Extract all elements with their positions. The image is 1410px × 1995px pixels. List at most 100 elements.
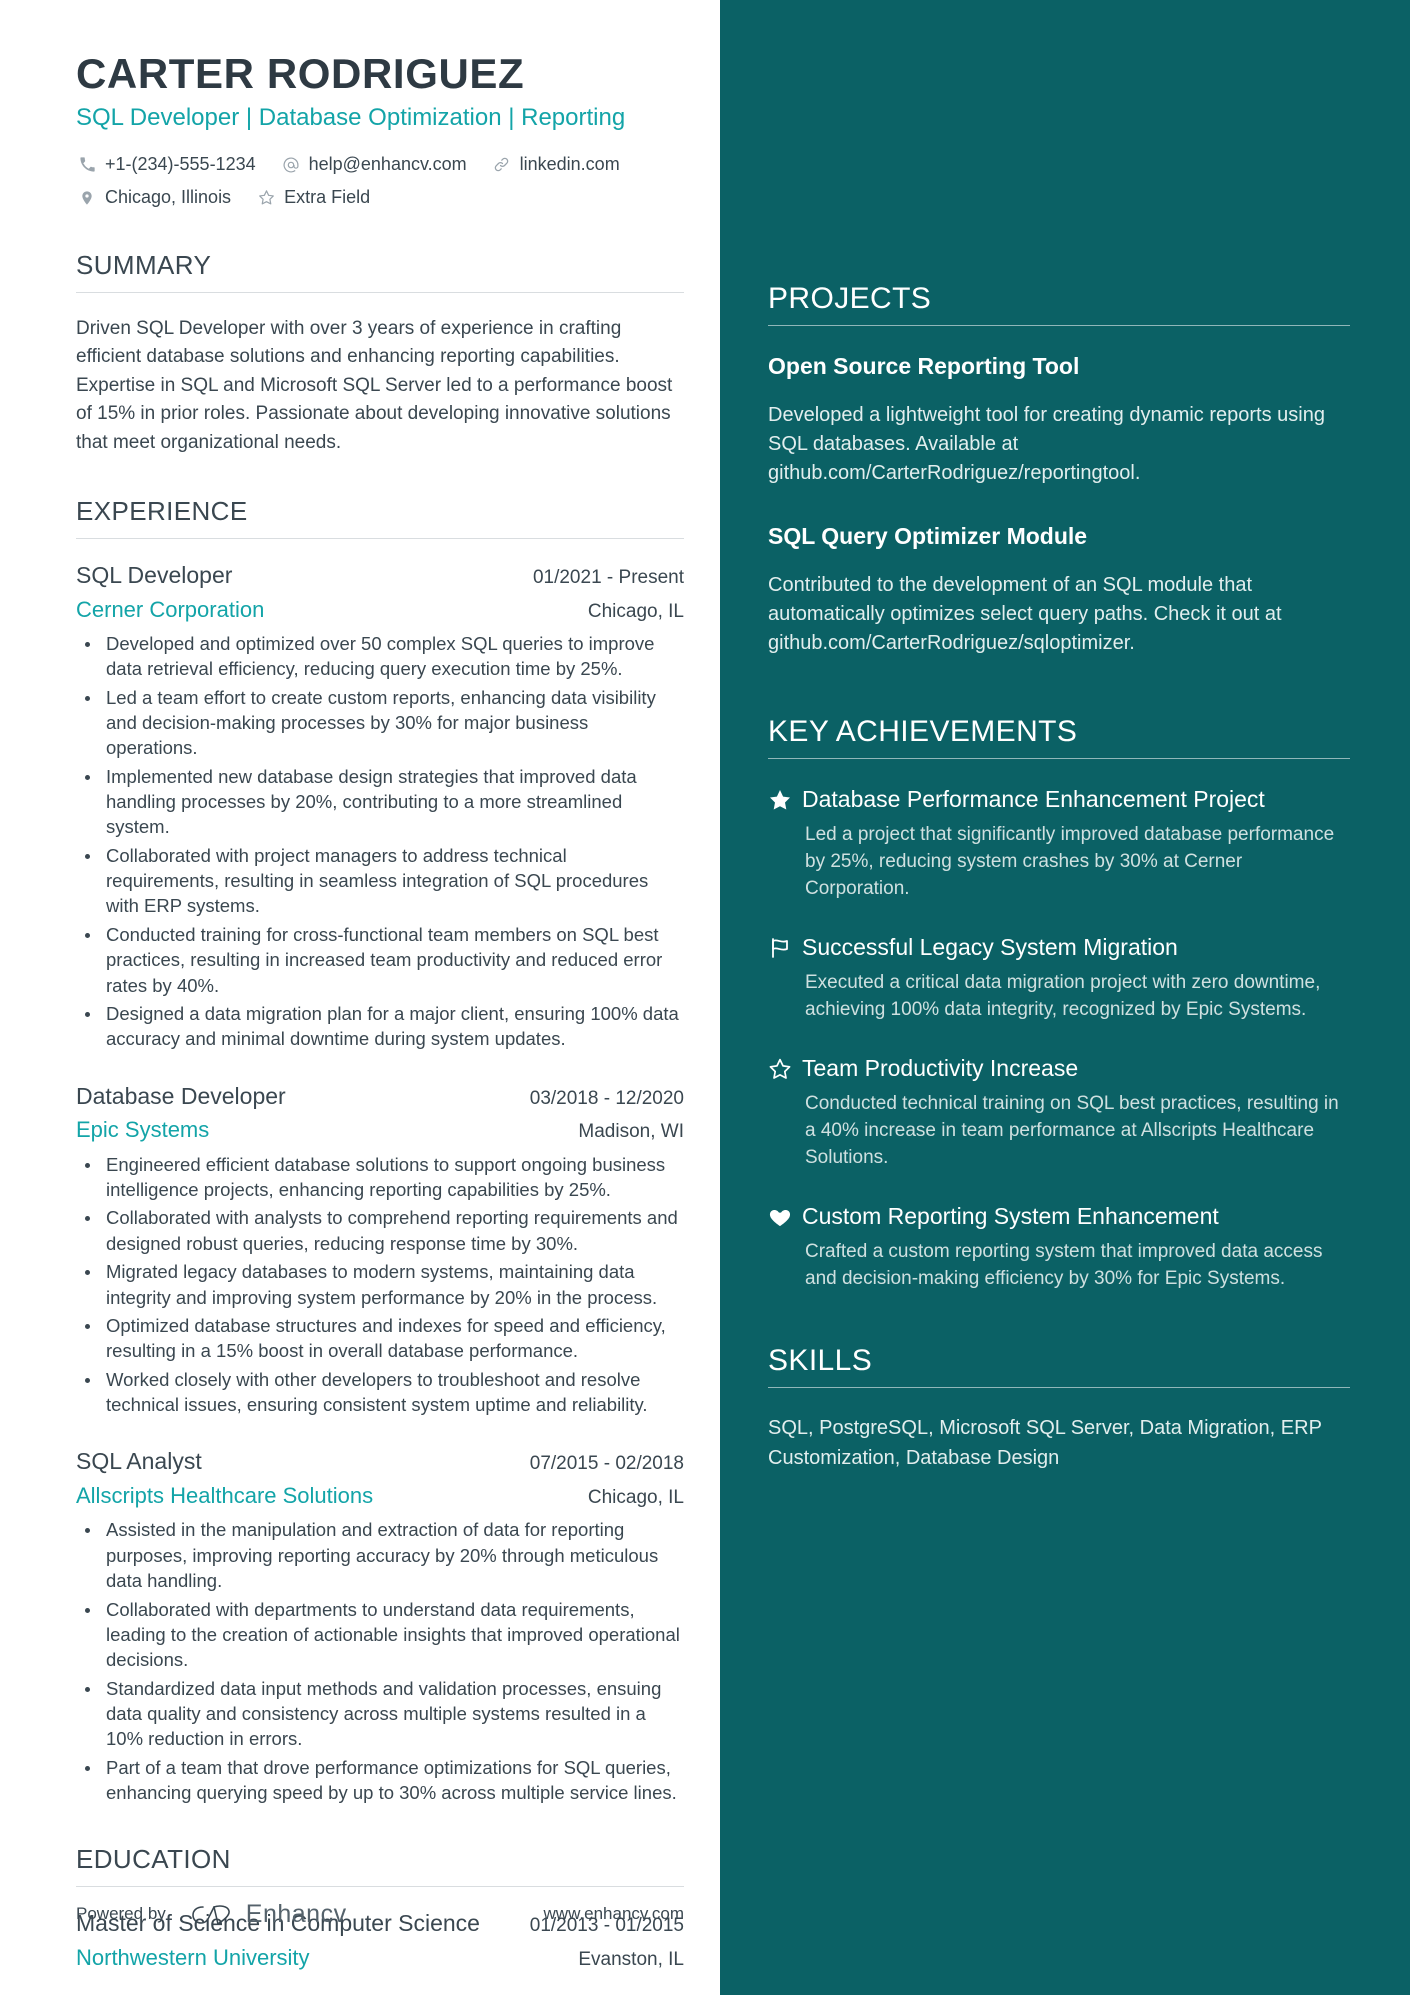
- key-achievements-section: KEY ACHIEVEMENTS Database Performance En…: [768, 715, 1350, 1293]
- skills-list: SQL, PostgreSQL, Microsoft SQL Server, D…: [768, 1417, 1322, 1469]
- job-title: Database Developer: [76, 1082, 286, 1109]
- achievement-item: Team Productivity Increase Conducted tec…: [768, 1054, 1350, 1172]
- page-footer: Powered by Enhancv www.enhancv.com: [76, 1899, 684, 1929]
- projects-section-title: PROJECTS: [768, 282, 932, 315]
- job-company: Cerner Corporation: [76, 596, 265, 622]
- job-title: SQL Analyst: [76, 1448, 202, 1475]
- summary-divider: [76, 291, 684, 293]
- achievement-description: Conducted technical training on SQL best…: [805, 1092, 1339, 1169]
- flag-icon: [768, 933, 802, 960]
- experience-divider: [76, 537, 684, 539]
- achievement-title: Custom Reporting System Enhancement: [802, 1202, 1219, 1229]
- job-bullet: Implemented new database design strategi…: [102, 764, 684, 840]
- education-divider: [76, 1885, 684, 1887]
- contact-extra-field: Extra Field: [255, 184, 370, 211]
- job-bullet: Assisted in the manipulation and extract…: [102, 1517, 684, 1593]
- job-company: Allscripts Healthcare Solutions: [76, 1482, 374, 1508]
- job-bullets: Engineered efficient database solutions …: [76, 1152, 684, 1417]
- powered-by-block: Powered by Enhancv: [76, 1899, 347, 1929]
- project-name: Open Source Reporting Tool: [768, 353, 1080, 379]
- resume-header: CARTER RODRIGUEZ SQL Developer | Databas…: [76, 50, 684, 211]
- star-outline-icon: [768, 1054, 802, 1081]
- experience-section: EXPERIENCE SQL Developer 01/2021 - Prese…: [76, 497, 684, 1805]
- skills-section-title: SKILLS: [768, 1344, 873, 1378]
- contact-location: Chicago, Illinois: [76, 184, 231, 211]
- job-bullet: Migrated legacy databases to modern syst…: [102, 1259, 684, 1310]
- summary-section-title: SUMMARY: [76, 250, 212, 281]
- star-filled-icon: [768, 785, 802, 812]
- job-location: Chicago, IL: [587, 1486, 684, 1508]
- projects-section: PROJECTS Open Source Reporting Tool Deve…: [768, 282, 1350, 659]
- heart-icon: [768, 1202, 802, 1229]
- achievement-description: Executed a critical data migration proje…: [805, 971, 1321, 1021]
- job-bullets: Developed and optimized over 50 complex …: [76, 631, 684, 1052]
- project-item: SQL Query Optimizer Module Contributed t…: [768, 522, 1350, 658]
- job-bullet: Part of a team that drove performance op…: [102, 1755, 684, 1806]
- link-icon: [491, 156, 513, 173]
- job-bullet: Collaborated with analysts to comprehend…: [102, 1205, 684, 1256]
- achievement-title: Successful Legacy System Migration: [802, 933, 1178, 960]
- contact-linkedin[interactable]: linkedin.com: [491, 151, 620, 178]
- at-sign-icon: [280, 156, 302, 174]
- experience-item: Database Developer 03/2018 - 12/2020 Epi…: [76, 1082, 684, 1418]
- enhancv-logo-icon: [188, 1899, 236, 1929]
- job-location: Chicago, IL: [587, 600, 684, 622]
- enhancv-brand-name: Enhancv: [245, 1899, 347, 1928]
- job-location: Madison, WI: [578, 1121, 684, 1143]
- education-section-title: EDUCATION: [76, 1844, 231, 1875]
- contact-location-text: Chicago, Illinois: [105, 187, 232, 208]
- job-bullet: Conducted training for cross-functional …: [102, 922, 684, 998]
- contact-email-text: help@enhancv.com: [308, 154, 467, 175]
- key-achievements-divider: [768, 757, 1350, 759]
- project-description: Developed a lightweight tool for creatin…: [768, 403, 1325, 485]
- job-bullet: Developed and optimized over 50 complex …: [102, 631, 684, 682]
- contact-email[interactable]: help@enhancv.com: [280, 151, 467, 178]
- star-outline-icon: [255, 189, 277, 206]
- project-item: Open Source Reporting Tool Developed a l…: [768, 352, 1350, 488]
- powered-by-label: Powered by: [76, 1904, 166, 1923]
- job-bullets: Assisted in the manipulation and extract…: [76, 1517, 684, 1805]
- job-company: Epic Systems: [76, 1117, 210, 1143]
- enhancv-url: www.enhancv.com: [543, 1904, 684, 1923]
- project-description: Contributed to the development of an SQL…: [768, 574, 1282, 655]
- achievement-item: Custom Reporting System Enhancement Craf…: [768, 1202, 1350, 1293]
- experience-item: SQL Analyst 07/2015 - 02/2018 Allscripts…: [76, 1447, 684, 1805]
- job-bullet: Led a team effort to create custom repor…: [102, 685, 684, 761]
- achievement-title: Database Performance Enhancement Project: [802, 785, 1265, 812]
- contact-row-secondary: Chicago, Illinois Extra Field: [76, 184, 684, 211]
- main-column: CARTER RODRIGUEZ SQL Developer | Databas…: [0, 0, 720, 1995]
- contact-extra-field-text: Extra Field: [284, 187, 371, 208]
- summary-section: SUMMARY Driven SQL Developer with over 3…: [76, 251, 684, 457]
- projects-divider: [768, 325, 1350, 326]
- job-bullet: Designed a data migration plan for a maj…: [102, 1001, 684, 1052]
- sidebar: PROJECTS Open Source Reporting Tool Deve…: [720, 0, 1410, 1995]
- job-dates: 07/2015 - 02/2018: [529, 1453, 684, 1475]
- job-dates: 03/2018 - 12/2020: [529, 1087, 684, 1109]
- key-achievements-section-title: KEY ACHIEVEMENTS: [768, 714, 1078, 748]
- job-dates: 01/2021 - Present: [532, 566, 684, 588]
- achievement-item: Database Performance Enhancement Project…: [768, 785, 1350, 903]
- education-location: Evanston, IL: [578, 1948, 684, 1970]
- job-bullet: Standardized data input methods and vali…: [102, 1676, 684, 1752]
- candidate-name: CARTER RODRIGUEZ: [76, 50, 525, 97]
- job-bullet: Collaborated with departments to underst…: [102, 1597, 684, 1673]
- resume-page: PROJECTS Open Source Reporting Tool Deve…: [0, 0, 1410, 1995]
- contact-phone-text: +1-(234)-555-1234: [105, 154, 256, 175]
- contact-linkedin-text: linkedin.com: [519, 154, 620, 175]
- job-bullet: Worked closely with other developers to …: [102, 1367, 684, 1418]
- contact-row-primary: +1-(234)-555-1234 help@enhancv.com linke…: [76, 151, 684, 178]
- job-bullet: Collaborated with project managers to ad…: [102, 843, 684, 919]
- candidate-headline: SQL Developer | Database Optimization | …: [76, 104, 626, 132]
- location-pin-icon: [76, 190, 98, 206]
- summary-text: Driven SQL Developer with over 3 years o…: [76, 317, 673, 453]
- skills-section: SKILLS SQL, PostgreSQL, Microsoft SQL Se…: [768, 1344, 1350, 1472]
- experience-section-title: EXPERIENCE: [76, 496, 248, 527]
- achievement-description: Crafted a custom reporting system that i…: [805, 1240, 1323, 1290]
- phone-icon: [76, 156, 98, 173]
- skills-divider: [768, 1387, 1350, 1389]
- achievement-title: Team Productivity Increase: [802, 1054, 1079, 1081]
- job-bullet: Optimized database structures and indexe…: [102, 1313, 684, 1364]
- achievement-item: Successful Legacy System Migration Execu…: [768, 933, 1350, 1024]
- contact-phone[interactable]: +1-(234)-555-1234: [76, 151, 256, 178]
- job-title: SQL Developer: [76, 561, 233, 588]
